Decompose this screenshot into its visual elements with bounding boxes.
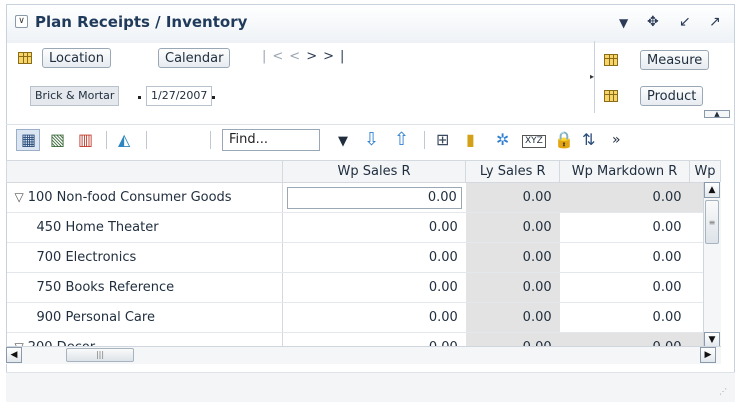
- expand-pov-icon[interactable]: ▲: [704, 110, 730, 118]
- lock-icon[interactable]: 🔒: [554, 131, 574, 149]
- row-label[interactable]: 750 Books Reference: [6, 272, 283, 303]
- location-tile[interactable]: Location: [42, 48, 111, 68]
- measure-tile[interactable]: Measure: [640, 50, 710, 70]
- calendar-tile[interactable]: Calendar: [158, 48, 231, 68]
- table-cell[interactable]: 0.00: [282, 272, 466, 303]
- row-header-corner: [6, 160, 283, 183]
- scroll-left-icon[interactable]: ◀: [6, 347, 22, 363]
- table-cell: 0.00: [465, 242, 560, 273]
- plan-table: Wp Sales R Ly Sales R Wp Markdown R Wp ▽…: [6, 160, 721, 362]
- pov-grid-icon: [18, 52, 32, 64]
- table-cell[interactable]: 0.00: [559, 182, 690, 213]
- toolbar-separator: [210, 131, 211, 149]
- table-row: ▽ 100 Non-food Consumer Goods 0.00 0.00 0…: [6, 182, 721, 213]
- table-cell: 0.00: [465, 182, 560, 213]
- next-icon[interactable]: >: [306, 49, 323, 64]
- row-label[interactable]: 450 Home Theater: [6, 212, 283, 243]
- product-tile[interactable]: Product: [640, 86, 704, 106]
- table-cell: 0.00: [465, 302, 560, 333]
- splitter-handle[interactable]: ▸: [590, 64, 594, 90]
- row-label[interactable]: 700 Electronics: [6, 242, 283, 273]
- scroll-right-icon[interactable]: ▶: [700, 347, 716, 363]
- table-row: 900 Personal Care 0.00 0.00 0.00: [6, 302, 721, 333]
- area-chart-icon[interactable]: ◭: [118, 131, 130, 149]
- table-row: 700 Electronics 0.00 0.00 0.00: [6, 242, 721, 273]
- table-cell[interactable]: 0.00: [559, 242, 690, 273]
- table-cell[interactable]: 0.00: [559, 272, 690, 303]
- table-cell[interactable]: 0.00: [282, 242, 466, 273]
- scroll-up-icon[interactable]: ▲: [704, 182, 720, 198]
- table-cell[interactable]: 0.00: [282, 302, 466, 333]
- vertical-scrollbar[interactable]: ▲ ≡ ▼: [703, 182, 721, 362]
- location-selection[interactable]: Brick & Mortar: [30, 86, 120, 106]
- table-cell: 0.00: [465, 272, 560, 303]
- table-cell[interactable]: 0.00: [282, 212, 466, 243]
- table-cell[interactable]: 0.00: [559, 302, 690, 333]
- column-header[interactable]: Wp Sales R: [281, 160, 467, 183]
- status-bar: ⋰: [6, 372, 735, 402]
- find-input[interactable]: Find...: [222, 129, 320, 151]
- pov-navigation: |<<>>|: [262, 49, 350, 64]
- measure-grid-icon: [604, 54, 618, 66]
- toolbar-separator: [424, 131, 425, 149]
- more-icon[interactable]: »: [612, 131, 621, 149]
- maximize-icon[interactable]: ↗: [709, 14, 721, 30]
- previous-icon[interactable]: <: [289, 49, 306, 64]
- resize-grip-icon[interactable]: ⋰: [719, 387, 727, 396]
- column-header[interactable]: Ly Sales R: [465, 160, 561, 183]
- minimize-icon[interactable]: ↙: [679, 14, 691, 30]
- row-label[interactable]: ▽ 100 Non-food Consumer Goods: [6, 182, 283, 213]
- table-chart-icon[interactable]: ▧: [50, 131, 65, 149]
- column-icon[interactable]: ▮: [466, 131, 475, 149]
- pov-divider: [594, 41, 595, 113]
- separator-dot: [138, 96, 141, 99]
- table-cell[interactable]: 0.00: [559, 212, 690, 243]
- sort-icon[interactable]: ⇅: [582, 131, 595, 149]
- horizontal-scrollbar[interactable]: ◀ ||| ▶: [6, 346, 721, 364]
- find-up-icon[interactable]: ⇧: [394, 131, 409, 149]
- product-grid-icon: [604, 90, 618, 102]
- date-selection[interactable]: 1/27/2007: [146, 86, 213, 106]
- table-icon: ▦: [21, 130, 37, 149]
- table-row: 450 Home Theater 0.00 0.00 0.00: [6, 212, 721, 243]
- panel-header: ∨ Plan Receipts / Inventory ▼ ✥ ↙ ↗: [7, 5, 734, 43]
- row-label[interactable]: 900 Personal Care: [6, 302, 283, 333]
- select-cell-icon[interactable]: ⊞: [436, 131, 449, 149]
- collapse-row-icon[interactable]: ▽: [15, 190, 24, 204]
- toolbar: ▦ ▧ ▥ ◭ Find... ▼ ⇩ ⇧ ⊞ ▮ ✲ XYZ 🔒 ⇅ »: [6, 124, 735, 154]
- column-header[interactable]: Wp Markdown R: [559, 160, 690, 183]
- move-icon[interactable]: ✥: [647, 14, 659, 30]
- data-grid: Wp Sales R Ly Sales R Wp Markdown R Wp ▽…: [6, 160, 721, 362]
- table-cell: 0.00: [465, 212, 560, 243]
- header-row: Wp Sales R Ly Sales R Wp Markdown R Wp: [6, 160, 721, 183]
- last-icon[interactable]: >|: [323, 49, 350, 64]
- column-header[interactable]: Wp: [689, 160, 721, 183]
- separator-dot: [212, 96, 215, 99]
- toolbar-separator: [106, 131, 107, 149]
- collapse-icon[interactable]: ∨: [15, 15, 28, 28]
- find-down-icon[interactable]: ⇩: [364, 131, 379, 149]
- toolbar-separator: [146, 131, 147, 149]
- table-row: 750 Books Reference 0.00 0.00 0.00: [6, 272, 721, 303]
- vertical-scroll-thumb[interactable]: ≡: [705, 200, 719, 244]
- editable-cell[interactable]: 0.00: [282, 182, 466, 213]
- bar-chart-icon[interactable]: ▥: [78, 131, 93, 149]
- first-icon[interactable]: |<: [262, 49, 289, 64]
- spread-icon[interactable]: ✲: [496, 131, 509, 149]
- find-dropdown-icon[interactable]: ▼: [338, 133, 348, 151]
- dropdown-icon[interactable]: ▼: [619, 16, 628, 30]
- panel-title: Plan Receipts / Inventory: [35, 13, 248, 31]
- horizontal-scroll-thumb[interactable]: |||: [66, 348, 134, 362]
- xyz-icon[interactable]: XYZ: [522, 135, 546, 148]
